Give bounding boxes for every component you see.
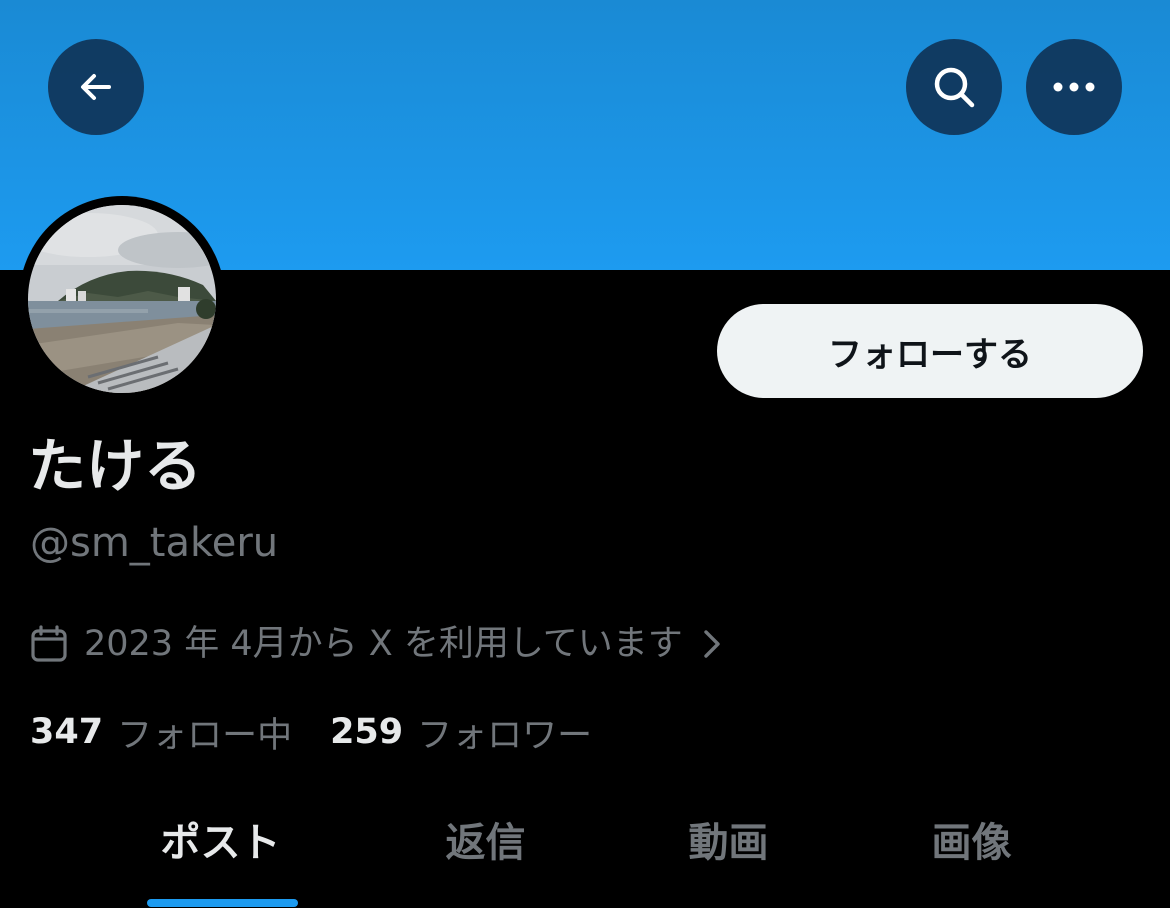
followers-count: 259 bbox=[330, 712, 404, 752]
arrow-left-icon bbox=[81, 74, 111, 100]
profile-tabs: ポスト 返信 動画 画像 bbox=[0, 800, 1170, 908]
tab-media[interactable]: 画像 bbox=[850, 800, 1093, 908]
tab-videos[interactable]: 動画 bbox=[607, 800, 850, 908]
chevron-right-icon bbox=[704, 630, 720, 658]
joined-date-row[interactable]: 2023 年 4月から X を利用しています bbox=[30, 620, 721, 668]
more-horizontal-icon bbox=[1053, 82, 1095, 92]
back-button[interactable] bbox=[48, 39, 144, 135]
more-options-button[interactable] bbox=[1026, 39, 1122, 135]
joined-date-text: 2023 年 4月から X を利用しています bbox=[84, 624, 683, 664]
calendar-icon bbox=[31, 625, 67, 662]
following-count: 347 bbox=[30, 712, 104, 752]
following-label: フォロー中 bbox=[117, 715, 293, 756]
following-stat[interactable]: 347 フォロー中 bbox=[30, 707, 292, 758]
display-name: たける bbox=[28, 432, 203, 500]
tab-replies[interactable]: 返信 bbox=[364, 800, 607, 908]
search-icon bbox=[934, 67, 975, 108]
avatar[interactable] bbox=[28, 205, 216, 393]
tab-posts[interactable]: ポスト bbox=[99, 800, 342, 908]
follow-stats: 347 フォロー中 259 フォロワー bbox=[30, 708, 592, 756]
user-handle: @sm_takeru bbox=[30, 520, 279, 566]
follow-button[interactable]: フォローする bbox=[717, 304, 1143, 398]
followers-stat[interactable]: 259 フォロワー bbox=[330, 707, 592, 758]
search-button[interactable] bbox=[906, 39, 1002, 135]
followers-label: フォロワー bbox=[417, 715, 593, 756]
active-tab-indicator bbox=[147, 899, 298, 907]
